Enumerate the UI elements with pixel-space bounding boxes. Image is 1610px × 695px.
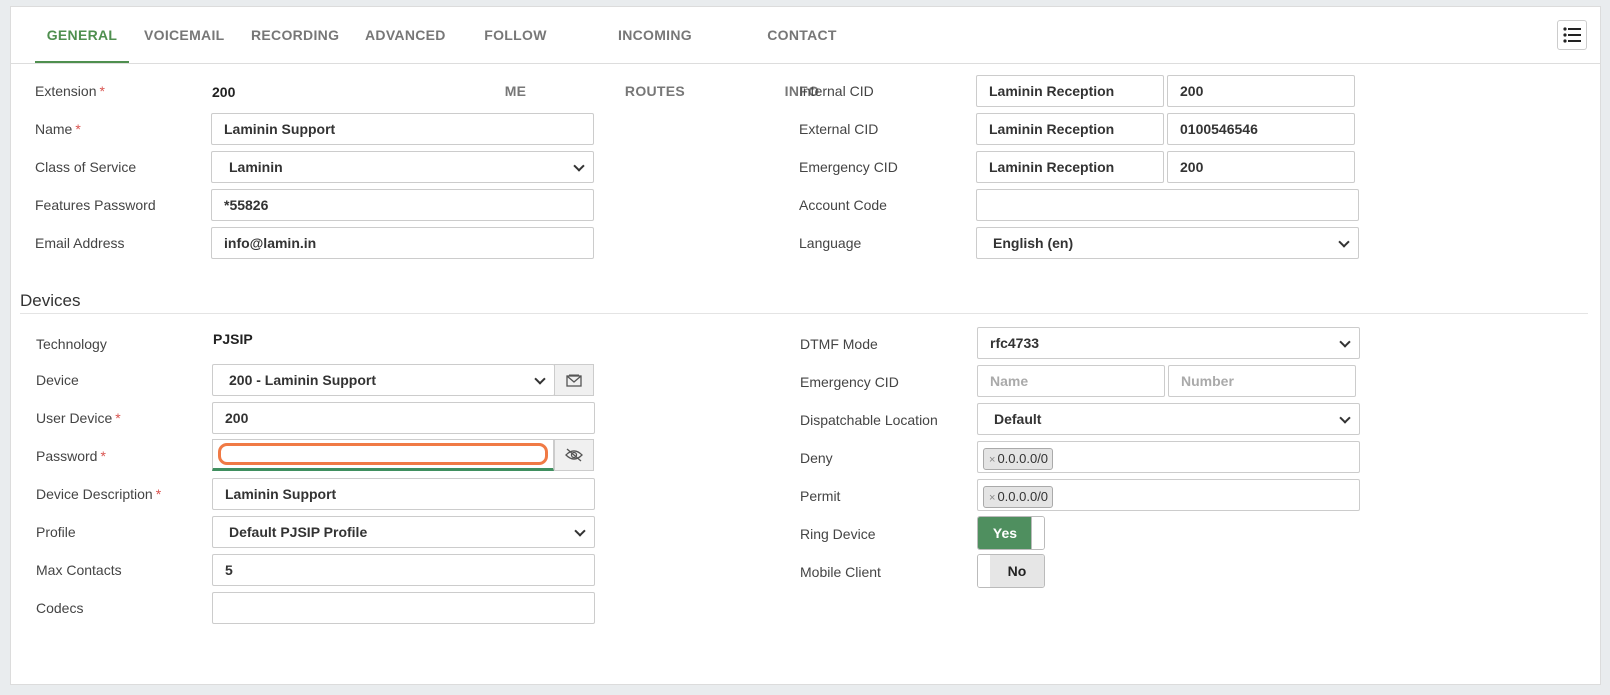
email-field[interactable]: info@lamin.in (211, 227, 594, 259)
dispatchable-location-select[interactable]: Default (977, 403, 1360, 435)
extension-value: 200 (212, 84, 236, 100)
tab-follow-me[interactable]: FOLLOW ME (472, 7, 559, 99)
email-label: Email Address (35, 235, 125, 251)
external-cid-label: External CID (799, 121, 879, 137)
tab-incoming-routes[interactable]: INCOMING ROUTES (588, 7, 722, 99)
remove-tag-icon[interactable]: × (989, 454, 995, 466)
section-divider (20, 313, 1588, 314)
language-select[interactable]: English (en) (976, 227, 1359, 259)
device-select[interactable]: 200 - Laminin Support (212, 364, 555, 396)
device-emergency-cid-name-field[interactable]: Name (977, 365, 1165, 397)
permit-field[interactable]: × 0.0.0.0/0 (977, 479, 1360, 511)
codecs-label: Codecs (36, 600, 84, 616)
tab-recording[interactable]: RECORDING (251, 7, 339, 63)
emergency-cid-name-field[interactable]: Laminin Reception (976, 151, 1164, 183)
device-emergency-cid-label: Emergency CID (800, 374, 899, 390)
dispatchable-location-label: Dispatchable Location (800, 412, 938, 428)
deny-label: Deny (800, 450, 833, 466)
password-label: Password * (36, 448, 106, 464)
envelope-icon (566, 374, 582, 387)
dtmf-mode-select[interactable]: rfc4733 (977, 327, 1360, 359)
password-visibility-button[interactable] (554, 439, 594, 471)
features-password-field[interactable]: *55826 (211, 189, 594, 221)
class-of-service-select[interactable]: Laminin (211, 151, 594, 183)
device-description-label: Device Description * (36, 486, 162, 502)
language-label: Language (799, 235, 862, 251)
permit-label: Permit (800, 488, 841, 504)
tab-advanced[interactable]: ADVANCED (365, 7, 445, 63)
class-of-service-label: Class of Service (35, 159, 137, 175)
external-cid-number-field[interactable]: 0100546546 (1167, 113, 1355, 145)
remove-tag-icon[interactable]: × (989, 492, 995, 504)
profile-select[interactable]: Default PJSIP Profile (212, 516, 595, 548)
technology-label: Technology (36, 336, 107, 352)
profile-label: Profile (36, 524, 76, 540)
list-icon (1563, 27, 1581, 43)
password-input[interactable] (218, 443, 548, 465)
internal-cid-name-field[interactable]: Laminin Reception (976, 75, 1164, 107)
extension-panel: GENERAL VOICEMAIL RECORDING ADVANCED FOL… (10, 6, 1601, 685)
emergency-cid-number-field[interactable]: 200 (1167, 151, 1355, 183)
permit-tag[interactable]: × 0.0.0.0/0 (983, 486, 1054, 508)
device-label: Device (36, 372, 79, 388)
eye-slash-icon (565, 448, 583, 462)
toggle-knob (1031, 517, 1044, 549)
account-code-label: Account Code (799, 197, 887, 213)
ring-device-toggle[interactable]: Yes (977, 516, 1045, 550)
tab-bar: GENERAL VOICEMAIL RECORDING ADVANCED FOL… (11, 7, 1600, 99)
name-field[interactable]: Laminin Support (211, 113, 594, 145)
extension-label: Extension * (35, 83, 105, 99)
device-description-field[interactable]: Laminin Support (212, 478, 595, 510)
device-emergency-cid-number-field[interactable]: Number (1168, 365, 1356, 397)
password-field[interactable] (212, 439, 554, 471)
max-contacts-field[interactable]: 5 (212, 554, 595, 586)
deny-tag[interactable]: × 0.0.0.0/0 (983, 448, 1054, 470)
user-device-label: User Device * (36, 410, 121, 426)
mobile-client-toggle[interactable]: No (977, 554, 1045, 588)
user-device-field[interactable]: 200 (212, 402, 595, 434)
menu-button[interactable] (1557, 20, 1587, 50)
max-contacts-label: Max Contacts (36, 562, 122, 578)
technology-value: PJSIP (213, 331, 253, 347)
internal-cid-number-field[interactable]: 200 (1167, 75, 1355, 107)
devices-section-title: Devices (20, 291, 81, 310)
codecs-field[interactable] (212, 592, 595, 624)
dtmf-mode-label: DTMF Mode (800, 336, 878, 352)
name-label: Name * (35, 121, 81, 137)
emergency-cid-label: Emergency CID (799, 159, 898, 175)
ring-device-state: Yes (978, 517, 1032, 549)
features-password-label: Features Password (35, 197, 156, 213)
mobile-client-state: No (990, 555, 1044, 587)
deny-field[interactable]: × 0.0.0.0/0 (977, 441, 1360, 473)
account-code-field[interactable] (976, 189, 1359, 221)
ring-device-label: Ring Device (800, 526, 876, 542)
tab-general[interactable]: GENERAL (35, 7, 129, 63)
tab-contact-info[interactable]: CONTACT INFO (749, 7, 855, 99)
mobile-client-label: Mobile Client (800, 564, 881, 580)
device-link-button[interactable] (554, 364, 594, 396)
internal-cid-label: Internal CID (799, 83, 874, 99)
external-cid-name-field[interactable]: Laminin Reception (976, 113, 1164, 145)
tab-voicemail[interactable]: VOICEMAIL (144, 7, 224, 63)
